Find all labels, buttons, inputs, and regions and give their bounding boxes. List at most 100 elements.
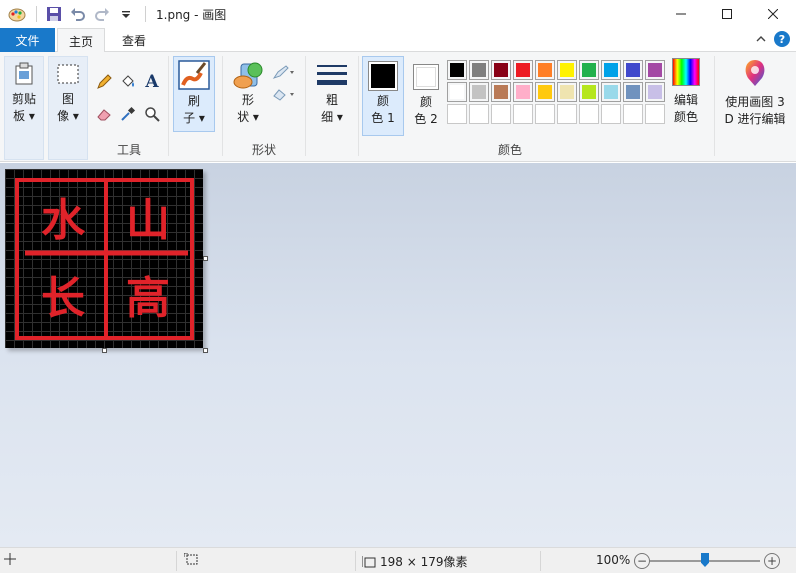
palette-swatch[interactable] <box>645 104 665 124</box>
canvas-workspace[interactable]: 水 山 长 高 <box>0 163 796 547</box>
palette-swatch[interactable] <box>469 60 489 80</box>
palette-swatch[interactable] <box>623 82 643 102</box>
zoom-slider-thumb[interactable] <box>701 553 709 567</box>
palette-swatch-color <box>604 63 618 77</box>
paint-app-icon[interactable] <box>6 3 28 25</box>
selection-size <box>184 553 198 565</box>
palette-swatch[interactable] <box>557 104 577 124</box>
palette-swatch[interactable] <box>469 104 489 124</box>
maximize-button[interactable] <box>704 0 750 28</box>
size-label-1: 粗 <box>325 93 338 107</box>
close-icon <box>768 9 778 19</box>
clipboard-label-2: 板 ▾ <box>13 109 35 123</box>
palette-swatch[interactable] <box>579 82 599 102</box>
save-icon[interactable] <box>43 3 65 25</box>
paint3d-label-1: 使用画图 3 <box>725 95 785 109</box>
resize-handle-right[interactable] <box>203 256 208 261</box>
canvas-char-water: 水 <box>41 195 85 246</box>
color-spectrum-icon <box>672 58 700 86</box>
palette-swatch[interactable] <box>645 82 665 102</box>
minimize-icon <box>676 13 686 15</box>
canvas-char-high: 高 <box>126 273 170 324</box>
size-button[interactable]: 粗细 ▾ <box>311 56 353 126</box>
minimize-button[interactable] <box>658 0 704 28</box>
window-controls <box>658 0 796 28</box>
palette-swatch[interactable] <box>601 60 621 80</box>
palette-swatch[interactable] <box>447 104 467 124</box>
tab-view[interactable]: 查看 <box>110 28 158 53</box>
drawing-canvas[interactable]: 水 山 长 高 <box>5 169 203 348</box>
palette-swatch[interactable] <box>623 60 643 80</box>
palette-swatch[interactable] <box>579 60 599 80</box>
palette-swatch[interactable] <box>469 82 489 102</box>
palette-swatch[interactable] <box>535 82 555 102</box>
palette-swatch[interactable] <box>447 60 467 80</box>
palette-swatch[interactable] <box>645 60 665 80</box>
text-tool-icon[interactable]: A <box>142 72 162 92</box>
eraser-icon[interactable] <box>94 104 114 124</box>
edit-with-paint3d-button[interactable]: 使用画图 3 D 进行编辑 <box>716 58 794 128</box>
redo-icon[interactable] <box>91 3 113 25</box>
palette-swatch[interactable] <box>491 82 511 102</box>
palette-swatch-color <box>582 85 596 99</box>
color2-label-1: 颜 <box>419 95 432 109</box>
clipboard-button[interactable]: 剪贴板 ▾ <box>4 56 44 160</box>
palette-swatch-color <box>472 63 486 77</box>
palette-swatch[interactable] <box>601 104 621 124</box>
edit-colors-label-2: 颜色 <box>673 110 698 124</box>
fill-icon[interactable] <box>272 84 296 104</box>
palette-swatch[interactable] <box>491 104 511 124</box>
palette-swatch[interactable] <box>557 82 577 102</box>
palette-swatch-color <box>516 85 530 99</box>
palette-swatch[interactable] <box>513 60 533 80</box>
palette-swatch[interactable] <box>535 60 555 80</box>
line-width-icon <box>317 65 347 85</box>
color1-label-1: 颜 <box>376 94 389 108</box>
resize-handle-corner[interactable] <box>203 348 208 353</box>
image-button[interactable]: 图像 ▾ <box>48 56 88 160</box>
color2-swatch <box>416 67 436 87</box>
shapes-button[interactable]: 形状 ▾ <box>226 56 270 126</box>
close-button[interactable] <box>750 0 796 28</box>
zoom-out-button[interactable]: − <box>634 553 650 569</box>
color1-button[interactable]: 颜色 1 <box>362 56 404 136</box>
color2-button[interactable]: 颜色 2 <box>406 56 446 128</box>
palette-swatch[interactable] <box>513 82 533 102</box>
ribbon: 剪贴板 ▾ 图像 ▾ A 工具 刷子 ▾ 形 状 ▾ 形状 粗 细 ▾ 颜 色 … <box>0 52 796 162</box>
tab-file[interactable]: 文件 <box>0 28 55 52</box>
brushes-label-1: 刷 <box>187 94 200 108</box>
color-picker-icon[interactable] <box>118 104 138 124</box>
brushes-button[interactable]: 刷子 ▾ <box>173 56 215 132</box>
divider <box>145 6 146 22</box>
tab-home[interactable]: 主页 <box>57 28 105 53</box>
clipboard-label-1: 剪贴 <box>11 92 36 106</box>
pencil-icon[interactable] <box>94 72 114 92</box>
palette-swatch[interactable] <box>513 104 533 124</box>
magnifier-icon[interactable] <box>142 104 162 124</box>
palette-swatch[interactable] <box>623 104 643 124</box>
outline-icon[interactable] <box>272 62 296 82</box>
divider <box>222 56 223 156</box>
palette-swatch[interactable] <box>601 82 621 102</box>
resize-handle-bottom[interactable] <box>102 348 107 353</box>
fill-bucket-icon[interactable] <box>118 72 138 92</box>
palette-swatch[interactable] <box>557 60 577 80</box>
palette-swatch[interactable] <box>535 104 555 124</box>
palette-swatch-color <box>648 63 662 77</box>
customize-toolbar-chevron-icon[interactable] <box>115 3 137 25</box>
help-icon[interactable]: ? <box>774 31 790 47</box>
palette-swatch-color <box>494 85 508 99</box>
palette-swatch[interactable] <box>447 82 467 102</box>
undo-icon[interactable] <box>67 3 89 25</box>
divider <box>176 551 177 571</box>
shapes-icon <box>233 62 263 89</box>
palette-swatch[interactable] <box>491 60 511 80</box>
palette-swatch-color <box>472 85 486 99</box>
collapse-ribbon-icon[interactable] <box>756 35 766 43</box>
palette-swatch[interactable] <box>579 104 599 124</box>
edit-colors-button[interactable]: 编辑 颜色 <box>666 58 706 126</box>
divider <box>714 56 715 156</box>
color1-swatch <box>371 64 395 88</box>
zoom-in-button[interactable]: + <box>764 553 780 569</box>
color2-label-2: 色 2 <box>414 112 438 126</box>
